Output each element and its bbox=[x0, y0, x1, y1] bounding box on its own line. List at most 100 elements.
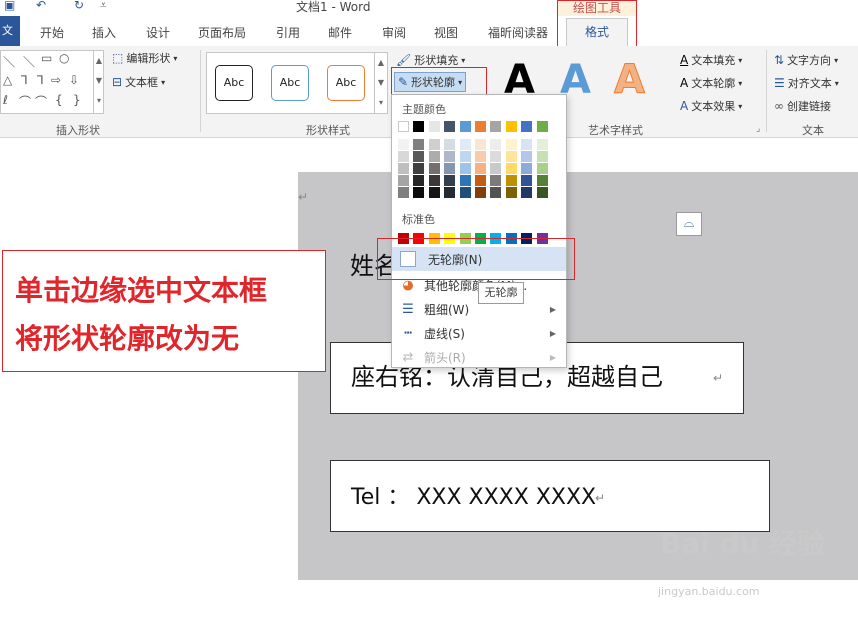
theme-shade-swatch[interactable] bbox=[475, 151, 486, 162]
theme-shade-swatch[interactable] bbox=[459, 139, 471, 150]
theme-shade-swatch[interactable] bbox=[490, 175, 502, 186]
theme-shade-swatch[interactable] bbox=[444, 187, 456, 198]
document-page[interactable]: ↵ ⌓ 姓名 座右铭：认清自己，超越自己 ↵ Tel ： XXX XXXX XX… bbox=[298, 172, 858, 580]
theme-shade-swatch[interactable] bbox=[536, 175, 548, 186]
freeform-shape-icon[interactable]: ℓ bbox=[3, 93, 8, 107]
theme-shade-swatch[interactable] bbox=[490, 187, 502, 198]
create-link-button[interactable]: ∞ 创建链接 bbox=[774, 98, 831, 114]
customize-icon[interactable]: ⩡ bbox=[100, 0, 107, 13]
shapes-gallery[interactable]: ＼ ＼ ▭ ○ △ ⅂ ⅂ ⇨ ⇩ ℓ ⌒ ⌒ { } ▲ ▼ ▾ bbox=[0, 50, 104, 114]
theme-shade-swatch[interactable] bbox=[505, 151, 517, 162]
theme-shade-swatch[interactable] bbox=[444, 151, 456, 162]
theme-shade-swatch[interactable] bbox=[398, 151, 409, 162]
save-icon[interactable]: ▣ bbox=[4, 0, 15, 12]
theme-shade-swatch[interactable] bbox=[413, 175, 425, 186]
theme-shade-swatch[interactable] bbox=[490, 163, 502, 174]
text-box-button[interactable]: ⊟ 文本框 ▾ bbox=[112, 74, 165, 90]
theme-color-swatch[interactable] bbox=[521, 121, 533, 132]
theme-shade-swatch[interactable] bbox=[459, 163, 471, 174]
undo-icon[interactable]: ↶ bbox=[36, 0, 46, 12]
theme-shade-swatch[interactable] bbox=[444, 175, 456, 186]
shape-fill-button[interactable]: 🖌 形状填充 ▾ bbox=[396, 52, 465, 68]
tab-file[interactable]: 文件 bbox=[0, 16, 20, 46]
rectangle-shape-icon[interactable]: ▭ bbox=[41, 51, 52, 65]
theme-shade-swatch[interactable] bbox=[521, 187, 533, 198]
theme-shade-swatch[interactable] bbox=[398, 175, 409, 186]
theme-shade-swatch[interactable] bbox=[444, 139, 456, 150]
theme-shade-swatch[interactable] bbox=[536, 187, 548, 198]
theme-shade-swatch[interactable] bbox=[398, 139, 409, 150]
elbow-connector-icon[interactable]: ⅂ bbox=[21, 73, 28, 87]
theme-shade-swatch[interactable] bbox=[398, 187, 409, 198]
text-effect-button[interactable]: A 文本效果 ▾ bbox=[680, 98, 742, 114]
theme-shade-swatch[interactable] bbox=[428, 175, 440, 186]
tab-references[interactable]: 引用 bbox=[276, 24, 300, 41]
theme-shade-swatch[interactable] bbox=[459, 175, 471, 186]
theme-shade-swatch[interactable] bbox=[521, 139, 533, 150]
oval-shape-icon[interactable]: ○ bbox=[59, 51, 69, 65]
theme-shade-swatch[interactable] bbox=[536, 163, 548, 174]
layout-options-icon[interactable]: ⌓ bbox=[676, 212, 702, 236]
text-direction-button[interactable]: ⇅ 文字方向 ▾ bbox=[774, 52, 838, 68]
theme-shade-swatch[interactable] bbox=[428, 163, 440, 174]
arrow-line-shape-icon[interactable]: ＼ bbox=[23, 53, 35, 70]
theme-shade-swatch[interactable] bbox=[444, 163, 456, 174]
tab-review[interactable]: 审阅 bbox=[382, 24, 406, 41]
dashes-item[interactable]: ┅ 虚线(S) ▶ bbox=[392, 321, 566, 345]
tab-insert[interactable]: 插入 bbox=[92, 24, 116, 41]
right-arrow-shape-icon[interactable]: ⇨ bbox=[51, 73, 61, 87]
down-arrow-shape-icon[interactable]: ⇩ bbox=[69, 73, 79, 87]
theme-shade-swatch[interactable] bbox=[490, 139, 502, 150]
style-black-outline[interactable]: Abc bbox=[215, 65, 253, 101]
theme-shade-swatch[interactable] bbox=[459, 187, 471, 198]
redo-icon[interactable]: ↻ bbox=[74, 0, 84, 12]
shapes-scroll-icon[interactable]: ▲ ▼ ▾ bbox=[93, 51, 104, 113]
theme-shade-swatch[interactable] bbox=[475, 187, 486, 198]
theme-shade-swatch[interactable] bbox=[521, 163, 533, 174]
theme-shade-swatch[interactable] bbox=[475, 139, 486, 150]
triangle-shape-icon[interactable]: △ bbox=[3, 73, 12, 87]
theme-color-swatch[interactable] bbox=[490, 121, 502, 132]
theme-shade-swatch[interactable] bbox=[428, 187, 440, 198]
theme-color-swatch[interactable] bbox=[398, 121, 409, 132]
theme-shade-swatch[interactable] bbox=[413, 163, 425, 174]
theme-shade-swatch[interactable] bbox=[398, 163, 409, 174]
theme-shade-swatch[interactable] bbox=[536, 151, 548, 162]
wordart-orange-a[interactable]: A bbox=[614, 58, 646, 103]
theme-color-swatch[interactable] bbox=[505, 121, 517, 132]
align-text-button[interactable]: ☰ 对齐文本 ▾ bbox=[774, 75, 839, 91]
theme-color-swatch[interactable] bbox=[536, 121, 548, 132]
theme-color-swatch[interactable] bbox=[459, 121, 471, 132]
tab-view[interactable]: 视图 bbox=[434, 24, 458, 41]
brace-left-icon[interactable]: { bbox=[55, 93, 63, 107]
theme-shade-swatch[interactable] bbox=[505, 175, 517, 186]
style-orange-outline[interactable]: Abc bbox=[327, 65, 365, 101]
theme-color-swatch[interactable] bbox=[475, 121, 486, 132]
text-outline-button[interactable]: A 文本轮廓 ▾ bbox=[680, 75, 742, 91]
theme-shade-swatch[interactable] bbox=[536, 139, 548, 150]
theme-shade-swatch[interactable] bbox=[490, 151, 502, 162]
theme-shade-swatch[interactable] bbox=[521, 151, 533, 162]
theme-shade-swatch[interactable] bbox=[413, 187, 425, 198]
theme-color-swatch[interactable] bbox=[413, 121, 425, 132]
theme-shade-swatch[interactable] bbox=[475, 175, 486, 186]
theme-shade-swatch[interactable] bbox=[428, 139, 440, 150]
theme-shade-swatch[interactable] bbox=[521, 175, 533, 186]
theme-shade-swatch[interactable] bbox=[505, 187, 517, 198]
arc-shape-icon[interactable]: ⌒ bbox=[35, 93, 47, 110]
theme-color-swatch[interactable] bbox=[428, 121, 440, 132]
tab-mailings[interactable]: 邮件 bbox=[328, 24, 352, 41]
text-fill-button[interactable]: A 文本填充 ▾ bbox=[680, 52, 742, 68]
dialog-launcher-icon[interactable]: ⌟ bbox=[756, 124, 760, 134]
shape-styles-gallery[interactable]: Abc Abc Abc bbox=[206, 52, 388, 114]
theme-shade-swatch[interactable] bbox=[505, 139, 517, 150]
edit-shape-button[interactable]: ⬚ 编辑形状 ▾ bbox=[112, 50, 177, 66]
curve-shape-icon[interactable]: ⌒ bbox=[19, 93, 31, 110]
tab-design[interactable]: 设计 bbox=[146, 24, 170, 41]
elbow-arrow-icon[interactable]: ⅂ bbox=[37, 73, 44, 87]
theme-shade-swatch[interactable] bbox=[475, 163, 486, 174]
theme-shade-swatch[interactable] bbox=[505, 163, 517, 174]
styles-scroll-icon[interactable]: ▲ ▼ ▾ bbox=[374, 52, 388, 114]
theme-shade-swatch[interactable] bbox=[428, 151, 440, 162]
theme-shade-swatch[interactable] bbox=[413, 139, 425, 150]
